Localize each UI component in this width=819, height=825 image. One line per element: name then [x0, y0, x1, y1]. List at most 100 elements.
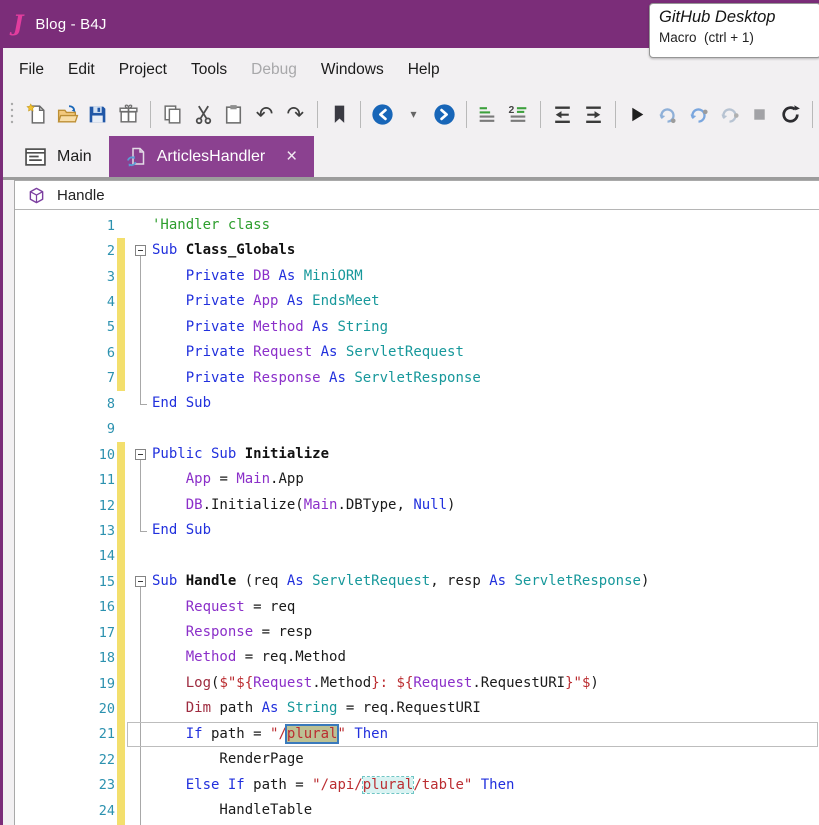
code-token: path: [211, 700, 262, 716]
code-token: Sub: [152, 573, 186, 589]
stop-icon: [748, 103, 771, 126]
menu-help[interactable]: Help: [396, 61, 452, 79]
code-line[interactable]: Private Method As String: [152, 315, 819, 340]
code-token: Request: [186, 599, 245, 615]
tab-close-icon[interactable]: ×: [286, 147, 297, 166]
code-editor[interactable]: 1'Handler class2Sub Class_Globals3 Priva…: [15, 210, 819, 825]
code-line[interactable]: Else If path = "/api/plural/table" Then: [152, 773, 819, 798]
code-line-row: 6 Private Request As ServletRequest: [15, 340, 819, 365]
code-line[interactable]: Method = req.Method: [152, 645, 819, 670]
breadcrumb[interactable]: Handle: [15, 181, 819, 210]
selected-occurrence: plural: [287, 726, 338, 742]
tab-articleshandler[interactable]: ArticlesHandler×: [109, 136, 315, 177]
restart-button[interactable]: [777, 99, 804, 129]
dropdown-caret-button[interactable]: ▾: [400, 99, 427, 129]
open-project-button[interactable]: [54, 99, 81, 129]
menu-windows[interactable]: Windows: [309, 61, 396, 79]
run-button[interactable]: [624, 99, 651, 129]
code-line[interactable]: App = Main.App: [152, 467, 819, 492]
cut-button[interactable]: [190, 99, 217, 129]
code-line[interactable]: Log($"${Request.Method}: ${Request.Reque…: [152, 671, 819, 696]
line-number: 19: [15, 676, 115, 692]
modified-line-marker: [117, 289, 125, 314]
code-line[interactable]: Private DB As MiniORM: [152, 264, 819, 289]
code-line-row: 10 Public Sub Initialize: [15, 442, 819, 467]
indent-button[interactable]: [580, 99, 607, 129]
grip-handle[interactable]: [7, 101, 17, 127]
dropdown-caret-icon: ▾: [410, 108, 416, 120]
step-into-button[interactable]: [654, 99, 681, 129]
uncomment-button[interactable]: 2: [505, 99, 532, 129]
copy-button[interactable]: [159, 99, 186, 129]
outdent-button[interactable]: [549, 99, 576, 129]
code-line[interactable]: Private App As EndsMeet: [152, 289, 819, 314]
run-icon: [625, 103, 648, 126]
redo-button[interactable]: ↷: [282, 99, 309, 129]
code-line[interactable]: Sub Class_Globals: [152, 238, 819, 263]
code-token: .Initialize(: [203, 497, 304, 513]
collapse-box-icon[interactable]: [135, 576, 146, 587]
menu-edit[interactable]: Edit: [56, 61, 107, 79]
code-line[interactable]: RenderPage: [152, 747, 819, 772]
fold-column: [125, 747, 152, 772]
tab-main[interactable]: Main: [8, 136, 109, 177]
toolbar-separator: [812, 101, 813, 128]
code-line[interactable]: Sub Handle (req As ServletRequest, resp …: [152, 569, 819, 594]
line-number: 22: [15, 752, 115, 768]
code-line[interactable]: If path = "/plural" Then: [152, 722, 819, 747]
code-line[interactable]: Public Sub Initialize: [152, 442, 819, 467]
code-token: Then: [481, 777, 515, 793]
code-line[interactable]: End Sub: [152, 518, 819, 543]
code-token: Handle: [186, 573, 237, 589]
comment-button[interactable]: [475, 99, 502, 129]
menu-file[interactable]: File: [7, 61, 56, 79]
code-line[interactable]: Request = req: [152, 595, 819, 620]
code-token: =: [211, 471, 236, 487]
b4j-ide-window: J Blog - B4J GitHub Desktop Macro (ctrl …: [0, 0, 819, 825]
code-token: Private: [152, 293, 253, 309]
menu-project[interactable]: Project: [107, 61, 179, 79]
fold-toggle[interactable]: [125, 442, 152, 467]
code-token: Initialize: [245, 446, 329, 462]
fold-toggle[interactable]: [125, 569, 152, 594]
code-line[interactable]: End Sub: [152, 391, 819, 416]
code-token: ): [641, 573, 649, 589]
code-token: [152, 649, 186, 665]
fold-column: [125, 340, 152, 365]
code-line[interactable]: 'Handler class: [152, 213, 819, 238]
fold-column: [125, 671, 152, 696]
editor-area: Handle 1'Handler class2Sub Class_Globals…: [3, 180, 819, 825]
menu-tools[interactable]: Tools: [179, 61, 239, 79]
save-button[interactable]: [84, 99, 111, 129]
step-over-button[interactable]: [685, 99, 712, 129]
package-icon: [117, 103, 140, 126]
code-line[interactable]: Dim path As String = req.RequestURI: [152, 696, 819, 721]
code-line[interactable]: Private Response As ServletResponse: [152, 366, 819, 391]
new-file-button[interactable]: [23, 99, 50, 129]
toolbar: ↶↷ ▾ 2: [3, 92, 819, 136]
collapse-box-icon[interactable]: [135, 449, 146, 460]
line-number: 21: [15, 726, 115, 742]
cut-icon: [192, 103, 215, 126]
stop-button[interactable]: [747, 99, 774, 129]
bookmark-button[interactable]: [326, 99, 353, 129]
navigate-back-button[interactable]: [369, 99, 396, 129]
fold-column: [125, 544, 152, 569]
step-out-button[interactable]: [716, 99, 743, 129]
code-line[interactable]: Response = resp: [152, 620, 819, 645]
code-token: "/: [270, 726, 287, 742]
collapse-box-icon[interactable]: [135, 245, 146, 256]
fold-toggle[interactable]: [125, 238, 152, 263]
line-number: 9: [15, 421, 115, 437]
package-button[interactable]: [115, 99, 142, 129]
code-line[interactable]: Private Request As ServletRequest: [152, 340, 819, 365]
code-token: Request: [253, 344, 312, 360]
paste-button[interactable]: [220, 99, 247, 129]
code-line-row: 14: [15, 544, 819, 569]
code-line[interactable]: DB.Initialize(Main.DBType, Null): [152, 493, 819, 518]
code-token: }"$: [565, 675, 590, 691]
navigate-forward-button[interactable]: [431, 99, 458, 129]
line-number: 10: [15, 447, 115, 463]
code-line[interactable]: HandleTable: [152, 798, 819, 823]
undo-button[interactable]: ↶: [251, 99, 278, 129]
